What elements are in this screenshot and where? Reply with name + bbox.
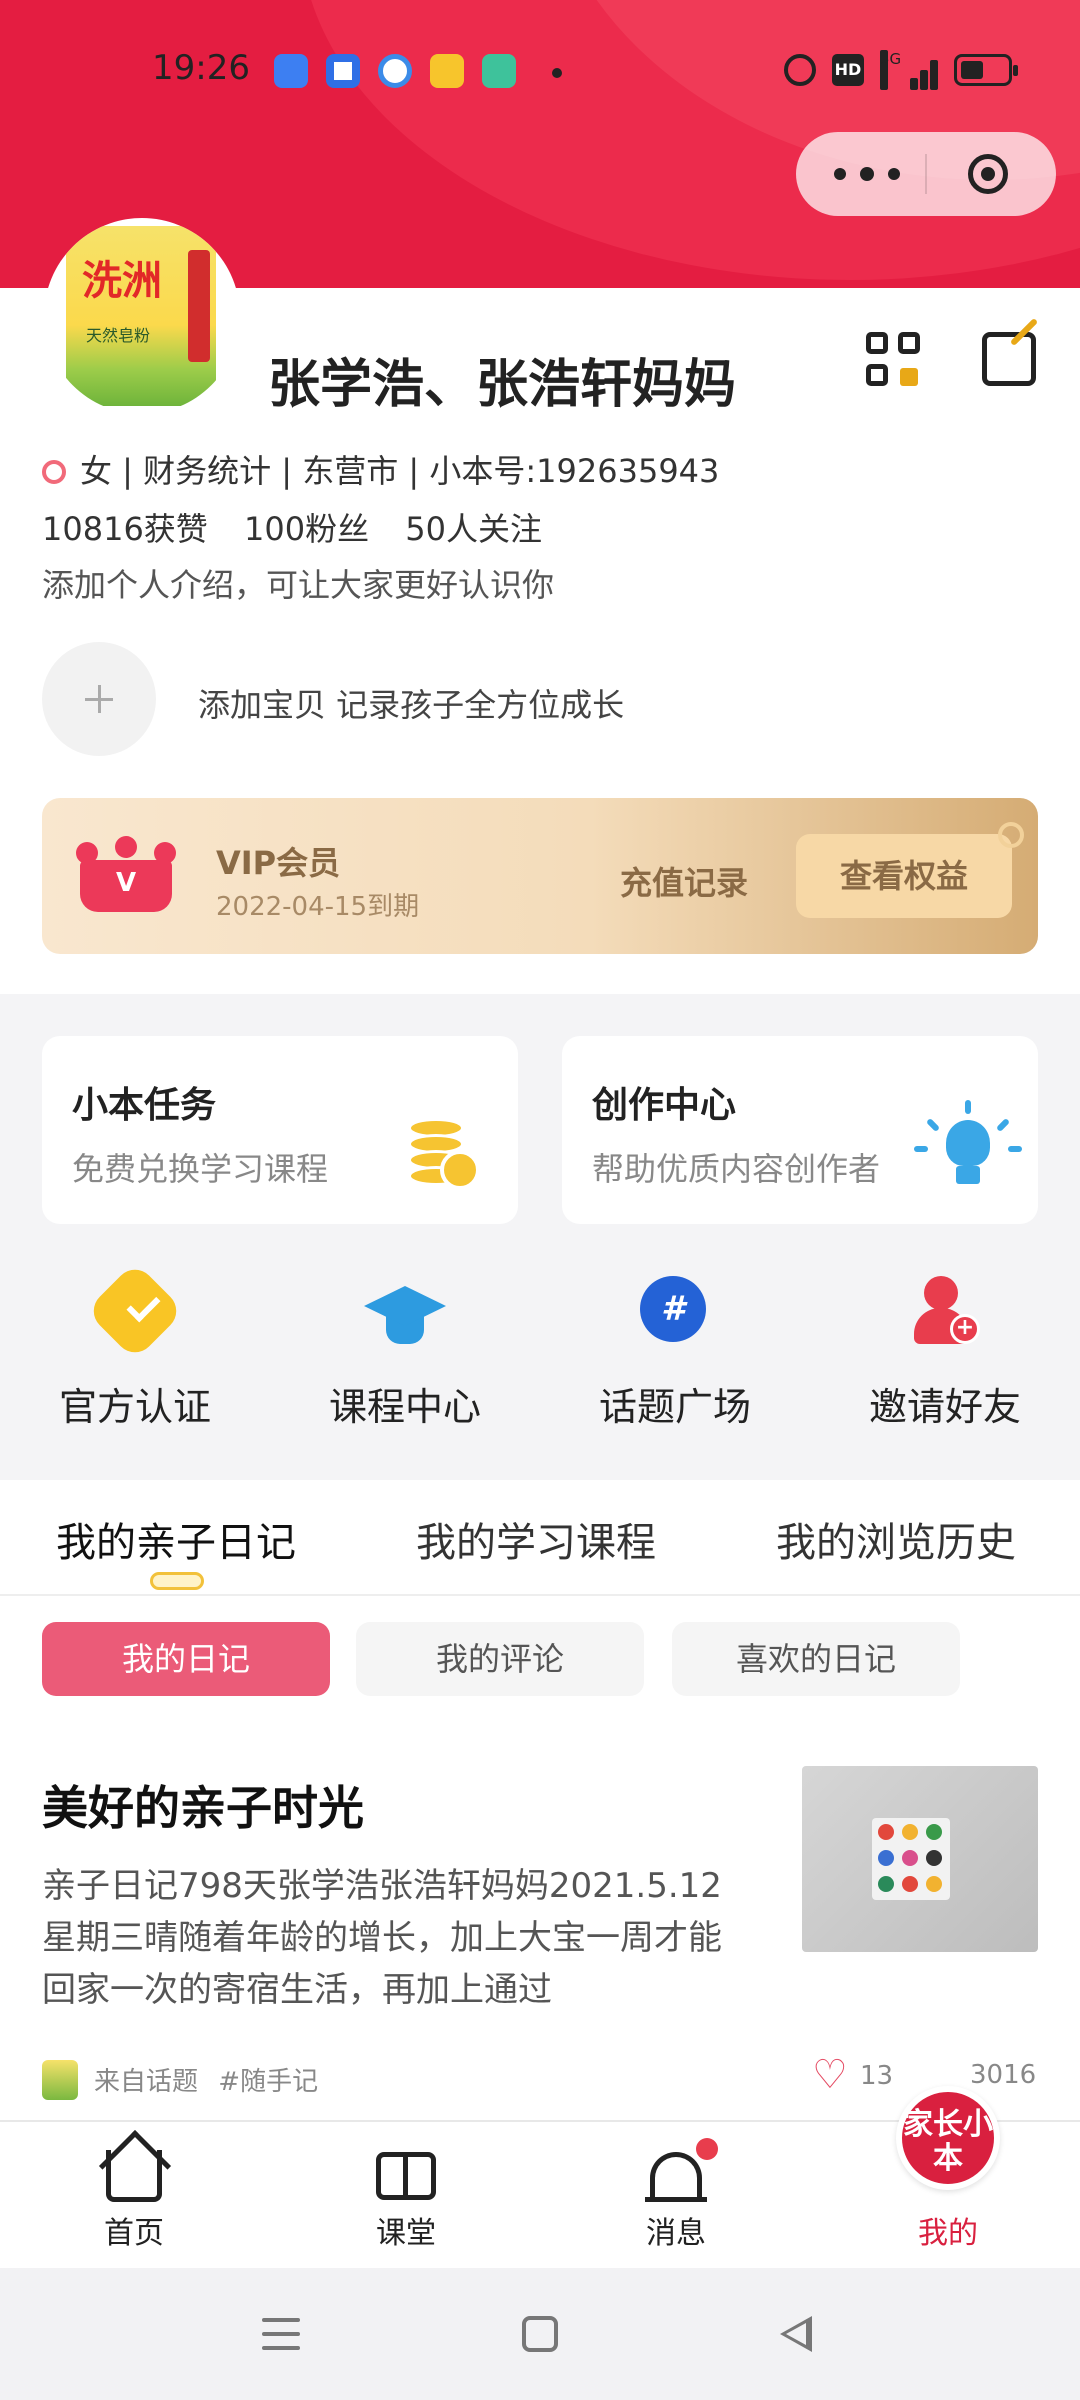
- tab-my-courses[interactable]: 我的学习课程: [416, 1510, 656, 1568]
- recharge-record-link[interactable]: 充值记录: [620, 858, 748, 904]
- more-notifications-dot: [552, 68, 562, 78]
- task-card[interactable]: 小本任务 免费兑换学习课程: [42, 1036, 518, 1224]
- verified-badge-icon: [85, 1261, 185, 1361]
- profile-info-text: 女 | 财务统计 | 东营市 | 小本号:192635943: [80, 452, 720, 490]
- miniprogram-capsule: [796, 132, 1056, 216]
- task-card-subtitle: 免费兑换学习课程: [72, 1150, 329, 1188]
- nav-item-mine[interactable]: 我的: [878, 2208, 1018, 2252]
- quick-action-label: 课程中心: [328, 1385, 481, 1429]
- thumbnail-content: [872, 1818, 950, 1900]
- app-notification-icon: [274, 54, 308, 88]
- female-icon: [42, 460, 66, 484]
- heart-icon[interactable]: ♡: [812, 2055, 852, 2095]
- avatar-sub-text: 天然皂粉: [86, 326, 151, 345]
- vip-title: VIP会员: [216, 844, 341, 882]
- chip-liked-diaries[interactable]: 喜欢的日记: [672, 1622, 960, 1696]
- avatar[interactable]: 洗洲 天然皂粉: [44, 218, 240, 414]
- quick-action-invite[interactable]: + 邀请好友: [810, 1272, 1080, 1442]
- post-views: 3016: [970, 2060, 1036, 2090]
- post-thumbnail[interactable]: [802, 1766, 1038, 1952]
- likes-count[interactable]: 10816获赞: [42, 510, 208, 548]
- topic-source-icon: [42, 2060, 78, 2100]
- back-icon[interactable]: [780, 2316, 812, 2352]
- alarm-icon: [784, 54, 816, 86]
- capsule-divider: [925, 154, 927, 194]
- battery-icon: [954, 54, 1018, 86]
- quick-action-verification[interactable]: 官方认证: [0, 1261, 270, 1442]
- app-notification-icon: [482, 54, 516, 88]
- vip-crown-icon: V: [76, 836, 176, 912]
- status-time: 19:26: [152, 48, 250, 88]
- profile-bio[interactable]: 添加个人介绍，可让大家更好认识你: [42, 560, 554, 606]
- vip-banner[interactable]: V VIP会员 2022-04-15到期 充值记录 查看权益: [42, 798, 1038, 954]
- chip-my-diary[interactable]: 我的日记: [42, 1622, 330, 1696]
- post-meta: 来自话题 #随手记: [42, 2060, 318, 2100]
- hd-icon: HD: [832, 54, 864, 86]
- close-miniprogram-icon[interactable]: [968, 154, 1008, 194]
- unread-dot: [696, 2138, 718, 2160]
- status-bar: 19:26 HD 5G: [0, 40, 1080, 104]
- tab-browse-history[interactable]: 我的浏览历史: [776, 1510, 1016, 1568]
- bell-icon: [645, 2152, 707, 2202]
- profile-info: 女 | 财务统计 | 东营市 | 小本号:192635943: [42, 446, 719, 492]
- app-notification-icon: [430, 54, 464, 88]
- invite-friend-icon: +: [910, 1276, 980, 1346]
- avatar-image: 洗洲 天然皂粉: [66, 226, 216, 406]
- task-card-title: 小本任务: [72, 1085, 217, 1126]
- browser-notification-icon: [378, 54, 412, 88]
- quick-action-label: 邀请好友: [868, 1385, 1021, 1429]
- vip-badge-letter: V: [115, 868, 137, 898]
- book-icon: [376, 2152, 436, 2200]
- post-likes[interactable]: ♡ 13: [812, 2055, 894, 2095]
- more-options-icon[interactable]: [834, 162, 930, 186]
- post-topic-tag[interactable]: #随手记: [218, 2067, 318, 2097]
- signal-icon: 5G: [880, 50, 940, 90]
- profile-name: 张学浩、张浩轩妈妈: [268, 355, 737, 415]
- mine-logo-icon[interactable]: 家长小本: [896, 2086, 1000, 2190]
- hashtag-icon: #: [640, 1276, 710, 1346]
- chip-my-comments[interactable]: 我的评论: [356, 1622, 644, 1696]
- post-title[interactable]: 美好的亲子时光: [42, 1772, 364, 1838]
- tab-parenting-diary[interactable]: 我的亲子日记: [56, 1510, 296, 1568]
- edit-profile-icon[interactable]: [982, 317, 1039, 386]
- nav-label: 消息: [646, 2216, 706, 2251]
- active-tab-indicator: [150, 1572, 204, 1590]
- post-source: 来自话题: [94, 2067, 199, 2097]
- lightbulb-icon: [914, 1100, 1022, 1192]
- system-nav-bar: [0, 2268, 1080, 2400]
- home-icon: [106, 2150, 162, 2202]
- nav-label: 课堂: [376, 2216, 436, 2251]
- vip-decoration-icon: [998, 822, 1024, 848]
- profile-stats: 10816获赞 100粉丝 50人关注: [42, 504, 568, 550]
- qr-code-icon[interactable]: [866, 332, 922, 388]
- avatar-stripe: [188, 250, 210, 362]
- post-excerpt[interactable]: 亲子日记798天张学浩张浩轩妈妈2021.5.12星期三晴随着年龄的增长，加上大…: [42, 1860, 742, 2016]
- app-notification-icon: [326, 54, 360, 88]
- post-likes-count: 13: [860, 2061, 894, 2091]
- menu-icon[interactable]: [262, 2316, 300, 2352]
- nav-label: 首页: [104, 2216, 164, 2251]
- home-square-icon[interactable]: [522, 2316, 558, 2352]
- creator-center-card[interactable]: 创作中心 帮助优质内容创作者: [562, 1036, 1038, 1224]
- quick-action-label: 官方认证: [58, 1385, 211, 1429]
- creator-card-title: 创作中心: [592, 1085, 737, 1126]
- vip-expire-date: 2022-04-15到期: [216, 892, 420, 922]
- post-views-count: 3016: [970, 2060, 1037, 2090]
- content-tabs: 我的亲子日记 我的学习课程 我的浏览历史: [0, 1480, 1080, 1596]
- fans-count[interactable]: 100粉丝: [244, 510, 369, 548]
- network-type: 5G: [880, 50, 901, 90]
- avatar-brand-text: 洗洲: [82, 257, 162, 304]
- creator-card-subtitle: 帮助优质内容创作者: [592, 1150, 881, 1188]
- coins-icon: [404, 1114, 480, 1190]
- quick-action-topics[interactable]: # 话题广场: [540, 1272, 810, 1442]
- quick-action-label: 话题广场: [598, 1385, 751, 1429]
- add-baby-button[interactable]: [42, 642, 156, 756]
- quick-action-courses[interactable]: 课程中心: [270, 1272, 540, 1442]
- add-baby-text[interactable]: 添加宝贝 记录孩子全方位成长: [198, 680, 624, 726]
- view-rights-button[interactable]: 查看权益: [796, 834, 1012, 918]
- diary-content: 我的日记 我的评论 喜欢的日记 美好的亲子时光 亲子日记798天张学浩张浩轩妈妈…: [0, 1596, 1080, 2120]
- graduation-cap-icon: [364, 1276, 446, 1346]
- following-count[interactable]: 50人关注: [405, 510, 542, 548]
